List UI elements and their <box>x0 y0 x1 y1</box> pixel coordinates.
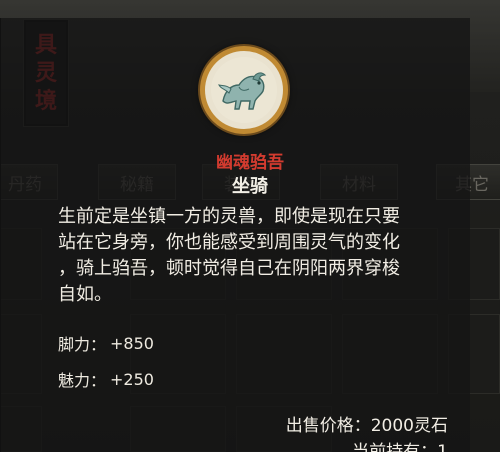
item-name: 幽魂驺吾 <box>216 153 284 173</box>
item-stats: 脚力： +850 魅力： +250 <box>58 325 154 397</box>
stat-value: +850 <box>110 333 154 353</box>
stat-row-speed: 脚力： +850 <box>58 325 154 361</box>
owned-count-label: 当前持有： <box>352 442 438 452</box>
description-line: 自如。 <box>58 284 112 305</box>
stat-label: 魅力： <box>58 371 107 390</box>
stat-label: 脚力： <box>58 335 107 354</box>
description-line: ，骑上驺吾，顿时觉得自己在阴阳两界穿梭 <box>58 258 400 279</box>
stat-value: +250 <box>110 369 154 389</box>
sell-price: 出售价格：2000灵石 <box>286 413 448 439</box>
sell-price-label: 出售价格： <box>285 416 371 436</box>
owned-count-value: 1 <box>437 442 448 452</box>
description-line: 生前定是坐镇一方的灵兽，即使是现在只要 <box>58 206 400 227</box>
stat-row-charm: 魅力： +250 <box>58 361 154 397</box>
description-line: 站在它身旁，你也能感受到周围灵气的变化 <box>58 232 400 253</box>
owned-count: 当前持有：1 <box>286 439 448 452</box>
spirit-beast-icon <box>200 46 288 134</box>
item-type: 坐骑 <box>232 176 268 197</box>
item-footer: 出售价格：2000灵石 当前持有：1 <box>286 413 448 452</box>
item-description: 生前定是坐镇一方的灵兽，即使是现在只要 站在它身旁，你也能感受到周围灵气的变化 … <box>58 204 454 308</box>
sell-price-value: 2000灵石 <box>370 416 448 436</box>
